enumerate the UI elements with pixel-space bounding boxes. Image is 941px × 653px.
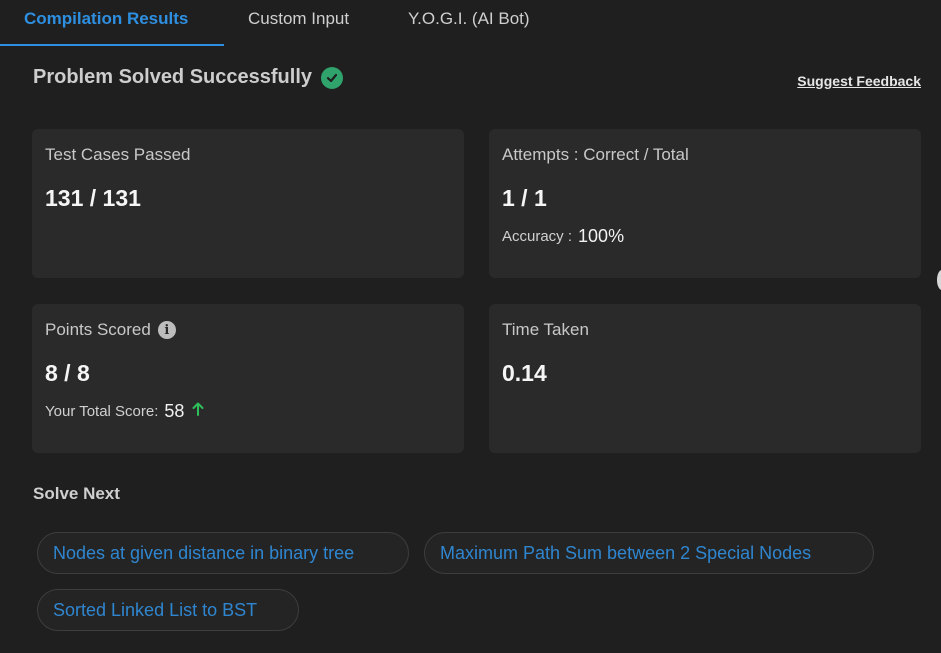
solve-next-item[interactable]: Nodes at given distance in binary tree xyxy=(37,532,409,574)
points-card: Points Scored i 8 / 8 Your Total Score: … xyxy=(32,304,464,453)
points-label-row: Points Scored i xyxy=(45,320,451,340)
info-icon[interactable]: i xyxy=(157,321,176,339)
check-circle-icon xyxy=(321,66,343,89)
attempts-label: Attempts : Correct / Total xyxy=(502,145,689,164)
total-score-row: Your Total Score: 58 xyxy=(45,401,451,422)
scroll-handle[interactable] xyxy=(937,270,941,290)
time-taken-value: 0.14 xyxy=(502,360,547,386)
total-score-label: Your Total Score: xyxy=(45,403,159,420)
accuracy-label: Accuracy : xyxy=(502,228,573,245)
arrow-up-icon xyxy=(192,402,204,421)
total-score-value: 58 xyxy=(164,401,185,421)
status-header: Problem Solved Successfully xyxy=(33,66,343,89)
time-taken-label: Time Taken xyxy=(502,320,589,339)
attempts-value: 1 / 1 xyxy=(502,185,547,211)
tab-custom-input[interactable]: Custom Input xyxy=(224,0,384,38)
tab-yogi-ai-bot[interactable]: Y.O.G.I. (AI Bot) xyxy=(384,0,554,38)
time-taken-card: Time Taken 0.14 xyxy=(489,304,921,453)
solve-next-item[interactable]: Maximum Path Sum between 2 Special Nodes xyxy=(424,532,874,574)
status-title: Problem Solved Successfully xyxy=(33,66,312,88)
tab-compilation-results[interactable]: Compilation Results xyxy=(0,0,224,46)
accuracy-row: Accuracy : 100% xyxy=(502,226,908,247)
accuracy-value: 100% xyxy=(578,226,625,246)
solve-next-heading: Solve Next xyxy=(33,484,120,503)
test-cases-label: Test Cases Passed xyxy=(45,145,191,164)
attempts-card: Attempts : Correct / Total 1 / 1 Accurac… xyxy=(489,129,921,278)
results-tabs: Compilation Results Custom Input Y.O.G.I… xyxy=(0,0,941,46)
points-label: Points Scored xyxy=(45,320,151,339)
points-value: 8 / 8 xyxy=(45,360,90,386)
suggest-feedback-link[interactable]: Suggest Feedback xyxy=(797,73,921,89)
solve-next-item[interactable]: Sorted Linked List to BST xyxy=(37,589,299,631)
test-cases-value: 131 / 131 xyxy=(45,185,141,211)
test-cases-card: Test Cases Passed 131 / 131 xyxy=(32,129,464,278)
